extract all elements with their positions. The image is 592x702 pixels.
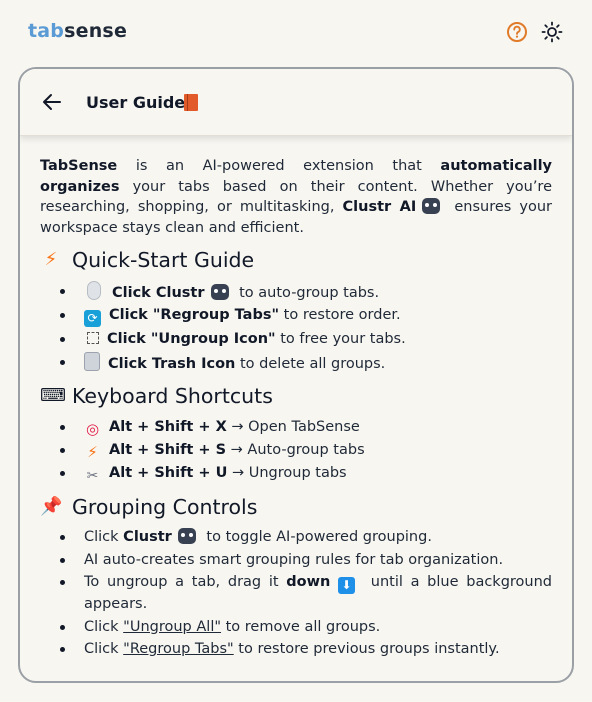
- list-item: Click "Ungroup Icon" to free your tabs.: [40, 329, 552, 350]
- list-item: ⟳ Click "Regroup Tabs" to restore order.: [40, 305, 552, 327]
- quickstart-list: Click Clustr to auto-group tabs. ⟳ Click …: [40, 280, 552, 375]
- back-arrow-icon[interactable]: [40, 90, 64, 114]
- list-item: Click "Ungroup All" to remove all groups…: [40, 617, 552, 638]
- list-item: Click Clustr to auto-group tabs.: [40, 280, 552, 304]
- tools-icon: ✂: [86, 467, 99, 484]
- ungroup-all-link[interactable]: "Ungroup All": [123, 619, 221, 635]
- keyboard-icon: ⌨: [40, 385, 66, 406]
- controls-list: Click Clustr to toggle AI-powered groupi…: [40, 527, 552, 660]
- robot-icon: [210, 283, 229, 300]
- regroup-icon: ⟳: [84, 310, 101, 327]
- robot-icon: [422, 198, 441, 214]
- intro-paragraph: TabSense is an AI-powered extension that…: [40, 158, 553, 236]
- quickstart-heading: ⚡ Quick-Start Guide: [40, 249, 552, 271]
- list-item: Click Trash Icon to delete all groups.: [40, 351, 552, 375]
- top-bar: tabsense: [0, 0, 592, 64]
- lightning-icon: ⚡: [44, 249, 58, 270]
- trash-icon: [84, 351, 100, 371]
- list-item: ⚡ Alt + Shift + S → Auto-group tabs: [40, 440, 552, 461]
- list-item: Click Clustr to toggle AI-powered groupi…: [40, 527, 552, 548]
- regroup-tabs-link[interactable]: "Regroup Tabs": [123, 641, 234, 657]
- sun-icon[interactable]: [541, 21, 563, 43]
- ungroup-icon: [87, 332, 99, 344]
- user-guide-panel: User Guide TabSense is an AI-powered ext…: [18, 67, 574, 683]
- target-icon: ◎: [85, 419, 100, 438]
- controls-heading: 📌 Grouping Controls: [40, 494, 258, 519]
- robot-icon: [177, 528, 196, 544]
- shortcuts-heading: ⌨ Keyboard Shortcuts: [40, 384, 273, 408]
- list-item: Click "Regroup Tabs" to restore previous…: [40, 639, 552, 660]
- list-item: ✂ Alt + Shift + U → Ungroup tabs: [40, 463, 552, 485]
- list-item: ◎ Alt + Shift + X → Open TabSense: [40, 417, 552, 438]
- page-title: User Guide: [86, 93, 186, 112]
- book-icon: [184, 94, 198, 111]
- help-icon[interactable]: [506, 21, 528, 43]
- mouse-icon: [87, 280, 101, 300]
- pushpin-icon: 📌: [40, 495, 63, 517]
- lightning-icon: ⚡: [87, 442, 98, 461]
- shortcuts-list: ◎ Alt + Shift + X → Open TabSense ⚡ Alt + …: [40, 417, 552, 485]
- app-logo: tabsense: [28, 20, 128, 42]
- list-item: To ungroup a tab, drag it down ⬇ until a…: [40, 572, 552, 615]
- guide-content: TabSense is an AI-powered extension that…: [20, 136, 572, 660]
- panel-header: User Guide: [20, 69, 572, 136]
- list-item: AI auto-creates smart grouping rules for…: [40, 550, 552, 571]
- arrow-down-icon: ⬇: [338, 577, 356, 594]
